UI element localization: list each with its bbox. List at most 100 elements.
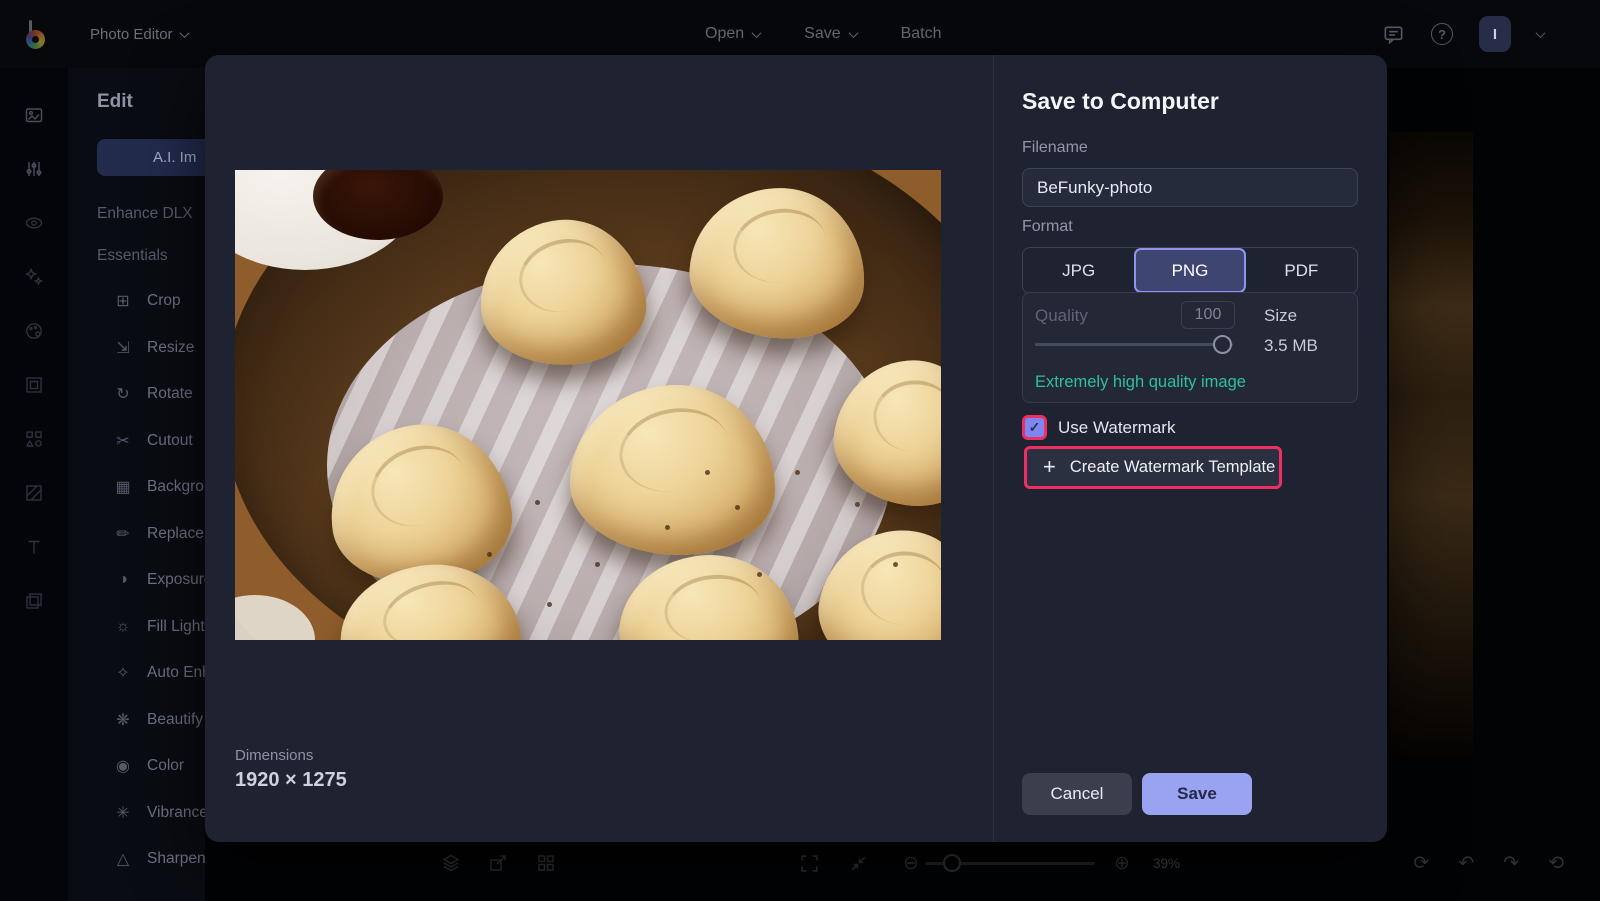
palette-icon[interactable] — [24, 321, 44, 341]
ai-image-button-label: A.I. Im — [153, 149, 197, 166]
save-to-computer-dialog: Dimensions 1920 × 1275 Save to Computer … — [205, 55, 1387, 842]
fit-screen-icon[interactable] — [846, 842, 870, 884]
zoom-out-icon[interactable]: ⊖ — [899, 842, 923, 884]
photo-icon[interactable] — [24, 105, 44, 125]
shapes-icon[interactable] — [24, 429, 44, 449]
filename-label: Filename — [1022, 139, 1088, 156]
plus-icon: + — [1043, 453, 1056, 479]
frame-icon[interactable] — [24, 375, 44, 395]
account-chevron-icon[interactable] — [1535, 27, 1546, 38]
menu-label: Batch — [900, 25, 942, 42]
menu-label: Save — [804, 25, 841, 42]
format-selector: JPG PNG PDF — [1022, 247, 1358, 294]
eye-icon[interactable] — [24, 213, 44, 233]
sparkles-icon[interactable] — [24, 267, 44, 287]
menu-label: Open — [705, 25, 745, 42]
tool-label: Rotate — [147, 385, 193, 403]
menu-batch[interactable]: Batch — [901, 25, 942, 43]
tool-item-fill-light[interactable]: ☼ Fill Light — [68, 604, 205, 651]
beautify-icon: ❋ — [116, 711, 130, 729]
texture-icon[interactable] — [24, 483, 44, 503]
tool-item-rotate[interactable]: ↻ Rotate — [68, 371, 205, 418]
avatar[interactable]: I — [1479, 16, 1511, 52]
resize-icon: ⇲ — [116, 339, 130, 357]
feedback-icon[interactable] — [1381, 22, 1405, 46]
redo-icon[interactable]: ↷ — [1503, 852, 1519, 875]
history-icon[interactable]: ⟲ — [1548, 852, 1564, 875]
sesame-dot — [705, 470, 710, 475]
format-option-jpg[interactable]: JPG — [1023, 248, 1134, 293]
tool-label: Fill Light — [147, 617, 205, 635]
fullscreen-icon[interactable] — [797, 842, 821, 884]
quality-slider-handle[interactable] — [1213, 335, 1232, 354]
size-label: Size — [1264, 306, 1298, 325]
tool-item-sharpen[interactable]: △ Sharpen — [68, 836, 205, 883]
use-watermark-checkbox[interactable]: ✓ — [1022, 415, 1047, 440]
tool-label: Resize — [147, 338, 195, 356]
tool-item-exposure[interactable]: ◑ Exposure — [68, 557, 205, 604]
adjustments-icon[interactable] — [24, 159, 44, 179]
grid-view-icon[interactable] — [535, 842, 557, 884]
sesame-dot — [595, 562, 600, 567]
top-right-cluster: ? I — [1381, 0, 1546, 68]
chevron-down-icon — [751, 27, 762, 38]
sesame-dot — [547, 602, 552, 607]
tool-label: Beautify — [147, 710, 204, 728]
sesame-dot — [735, 505, 740, 510]
sidebar-item-enhance-dlx[interactable]: Enhance DLX — [97, 205, 193, 223]
zoom-slider-handle[interactable] — [943, 854, 961, 872]
sesame-dot — [893, 562, 898, 567]
watermark-row: ✓ Use Watermark — [1022, 415, 1175, 440]
dialog-title: Save to Computer — [1022, 88, 1219, 114]
app-window: Photo Editor Open Save Batch ? I Edit A.I.… — [0, 0, 1600, 901]
vibrance-icon: ✳ — [116, 804, 130, 822]
undo-icon[interactable]: ↶ — [1458, 852, 1474, 875]
tool-item-color[interactable]: ◉ Color — [68, 743, 205, 790]
checkmark-icon: ✓ — [1028, 419, 1041, 435]
save-button[interactable]: Save — [1142, 773, 1252, 815]
tool-item-resize[interactable]: ⇲ Resize — [68, 325, 205, 372]
format-option-pdf[interactable]: PDF — [1246, 248, 1357, 293]
layers-panel-icon[interactable] — [440, 842, 462, 884]
sesame-dot — [795, 470, 800, 475]
cutout-icon: ✂ — [116, 432, 130, 450]
tool-item-vibrance[interactable]: ✳ Vibrance — [68, 790, 205, 837]
quality-panel: Quality 100 Size 3.5 MB Extremely high q… — [1022, 292, 1358, 403]
befunky-logo[interactable] — [22, 17, 56, 51]
app-menu[interactable]: Photo Editor — [90, 0, 190, 68]
sesame-dot — [535, 500, 540, 505]
tool-item-background[interactable]: ▦ Background — [68, 464, 205, 511]
tool-label: Crop — [147, 292, 181, 310]
menu-open[interactable]: Open — [705, 25, 762, 43]
quality-value-box[interactable]: 100 — [1181, 301, 1235, 329]
logo-color-wheel — [26, 30, 45, 49]
dialog-divider — [993, 55, 994, 842]
tool-item-auto-enhance[interactable]: ✧ Auto Enhance — [68, 650, 205, 697]
help-icon[interactable]: ? — [1431, 23, 1453, 45]
tool-label: Cutout — [147, 431, 193, 449]
menu-save[interactable]: Save — [804, 25, 859, 43]
ai-image-button[interactable]: A.I. Im — [97, 139, 205, 176]
tool-label: Sharpen — [147, 850, 205, 868]
text-icon[interactable] — [24, 537, 44, 557]
filename-input[interactable] — [1022, 168, 1358, 207]
reset-icon[interactable]: ⟳ — [1413, 852, 1429, 875]
tool-item-crop[interactable]: ⊞ Crop — [68, 278, 205, 325]
tool-label: Color — [147, 757, 185, 775]
quality-slider[interactable] — [1035, 343, 1233, 346]
zoom-percent: 39% — [1153, 855, 1181, 871]
create-watermark-template-button[interactable]: + Create Watermark Template — [1024, 446, 1282, 489]
sidebar-item-essentials[interactable]: Essentials — [97, 247, 168, 265]
layers-icon[interactable] — [24, 591, 44, 611]
cancel-button[interactable]: Cancel — [1022, 773, 1132, 815]
tool-item-replace[interactable]: ✏ Replace — [68, 511, 205, 558]
transform-icon[interactable] — [487, 842, 509, 884]
sesame-dot — [855, 502, 860, 507]
format-option-png[interactable]: PNG — [1134, 248, 1246, 293]
zoom-in-icon[interactable]: ⊕ — [1110, 842, 1134, 884]
quality-label: Quality — [1035, 306, 1088, 325]
tool-item-cutout[interactable]: ✂ Cutout — [68, 418, 205, 465]
chevron-down-icon — [848, 27, 859, 38]
tool-item-beautify[interactable]: ❋ Beautify — [68, 697, 205, 744]
tool-label: Background — [147, 478, 205, 496]
